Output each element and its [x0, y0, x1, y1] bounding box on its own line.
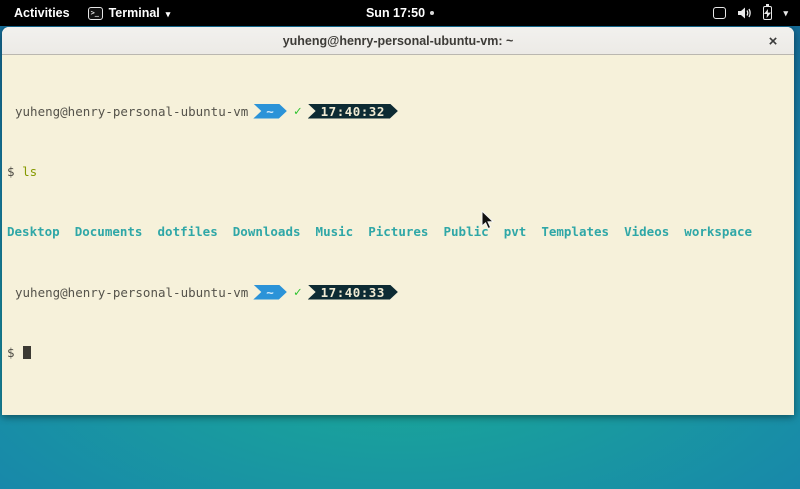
terminal-app-icon: >_	[88, 7, 103, 20]
chevron-down-icon: ▾	[166, 9, 171, 20]
terminal-window: yuheng@henry-personal-ubuntu-vm: ~ × yuh…	[2, 27, 794, 415]
close-button[interactable]: ×	[764, 32, 782, 50]
activities-button[interactable]: Activities	[10, 4, 74, 22]
volume-icon	[737, 6, 752, 20]
status-check-icon: ✓	[294, 285, 302, 300]
desktop: { "topbar": { "activities_label": "Activ…	[0, 0, 800, 489]
mouse-pointer-icon	[481, 210, 495, 230]
battery-charging-icon	[763, 6, 772, 20]
prompt-path-segment: ~	[253, 285, 287, 300]
text-cursor-block	[23, 346, 31, 359]
clock-button[interactable]: Sun 17:50	[366, 6, 425, 20]
prompt-path-segment: ~	[253, 104, 287, 119]
prompt-line-2: yuheng@henry-personal-ubuntu-vm ~ ✓ 17:4…	[7, 284, 794, 300]
top-bar: Activities >_ Terminal ▾ Sun 17:50 ▾	[0, 0, 800, 26]
ls-output-line: Desktop Documents dotfiles Downloads Mus…	[7, 224, 794, 239]
input-line[interactable]: $	[7, 345, 794, 360]
terminal-content[interactable]: yuheng@henry-personal-ubuntu-vm ~ ✓ 17:4…	[2, 55, 794, 414]
prompt-line-1: yuheng@henry-personal-ubuntu-vm ~ ✓ 17:4…	[7, 103, 794, 119]
terminal-titlebar[interactable]: yuheng@henry-personal-ubuntu-vm: ~ ×	[2, 27, 794, 55]
status-check-icon: ✓	[294, 104, 302, 119]
command-line-1: $ ls	[7, 164, 794, 179]
system-menu-chevron-icon: ▾	[783, 8, 788, 19]
command-text: ls	[22, 164, 37, 179]
prompt-time-segment: 17:40:32	[308, 104, 398, 119]
window-title: yuheng@henry-personal-ubuntu-vm: ~	[283, 34, 514, 48]
prompt-symbol: $	[7, 345, 15, 360]
app-menu-label: Terminal	[109, 6, 160, 20]
screen-share-icon	[713, 7, 726, 19]
system-status-area[interactable]: ▾	[713, 6, 800, 20]
prompt-time-segment: 17:40:33	[308, 285, 398, 300]
prompt-user: yuheng@henry-personal-ubuntu-vm	[7, 285, 248, 300]
app-menu-terminal[interactable]: >_ Terminal ▾	[88, 6, 171, 20]
prompt-user: yuheng@henry-personal-ubuntu-vm	[7, 104, 248, 119]
top-bar-left: Activities >_ Terminal ▾	[0, 4, 713, 22]
prompt-symbol: $	[7, 164, 15, 179]
